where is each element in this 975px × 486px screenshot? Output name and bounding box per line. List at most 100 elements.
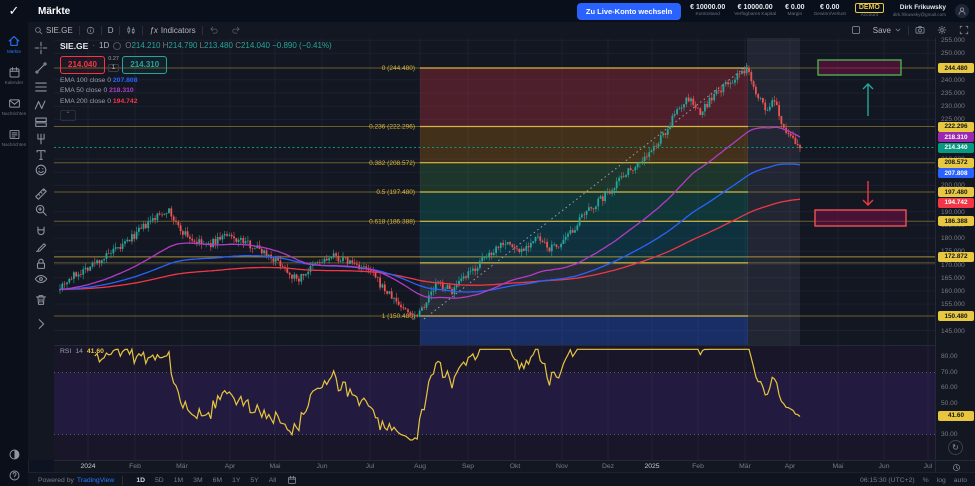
buy-button[interactable]: 214.310	[122, 56, 167, 74]
fib-retracement-tool[interactable]	[34, 80, 48, 94]
interval-button[interactable]: D	[102, 22, 120, 38]
ema-legend-200[interactable]: EMA 200 close 0 194.742	[60, 99, 332, 106]
xabcd-pattern-tool[interactable]	[34, 98, 48, 112]
zoom-in-tool[interactable]	[34, 203, 48, 217]
log-scale-button[interactable]: log	[937, 477, 946, 484]
switch-live-account-button[interactable]: Zu Live-Konto wechseln	[577, 3, 681, 20]
tradingview-link[interactable]: TradingView	[77, 477, 114, 484]
time-tick: Dez	[602, 463, 614, 470]
help-icon[interactable]	[8, 469, 21, 482]
rsi-pane[interactable]	[54, 345, 935, 461]
nav-item-nachrichten-mail[interactable]: Nachrichten	[0, 97, 28, 116]
text-tool-tool[interactable]	[34, 148, 48, 162]
resistance-box[interactable]	[818, 60, 901, 75]
demo-account-badge[interactable]: DEMO Account	[855, 3, 884, 20]
user-email: dirk.frikuwsky@gmail.com	[893, 12, 946, 18]
ema-legend-100[interactable]: EMA 100 close 0 207.808	[60, 78, 332, 85]
undo-button[interactable]	[203, 22, 225, 38]
time-tick: Nov	[556, 463, 568, 470]
demo-badge-value: DEMO	[855, 3, 884, 14]
quantity-box[interactable]: 1	[108, 64, 119, 72]
time-tick: Mai	[833, 463, 844, 470]
price-badge: 214.340	[938, 143, 974, 153]
support-box[interactable]	[815, 210, 906, 226]
rsi-legend[interactable]: RSI 14 41.60	[60, 348, 104, 355]
fib-label: 0.236 (222.296)	[369, 124, 415, 131]
price-badge: 208.572	[938, 158, 974, 168]
save-button[interactable]: Save	[867, 22, 908, 38]
arrow-down[interactable]	[863, 181, 873, 205]
clock-icon[interactable]	[952, 463, 961, 472]
info-icon	[86, 26, 95, 35]
range-1y[interactable]: 1Y	[227, 477, 245, 484]
range-1m[interactable]: 1M	[169, 477, 188, 484]
emoji-tool[interactable]	[34, 163, 48, 177]
eye-tool[interactable]	[34, 272, 48, 286]
symbol-search[interactable]: SIE.GE	[28, 22, 79, 38]
range-5d[interactable]: 5D	[150, 477, 169, 484]
redo-icon	[231, 25, 241, 35]
price-badge: 150.480	[938, 311, 974, 321]
go-to-date-icon[interactable]	[287, 475, 297, 485]
range-3m[interactable]: 3M	[188, 477, 207, 484]
chart-style-button[interactable]	[120, 22, 142, 38]
ema-100-value: 207.808	[113, 77, 138, 84]
fx-icon: ƒx	[149, 26, 157, 35]
legend-interval[interactable]: 1D	[99, 42, 109, 50]
layout-panel-button[interactable]	[845, 22, 867, 38]
long-position-tool[interactable]	[34, 115, 48, 129]
stat-verfuegbares-kapital: € 10000.00 Verfügbares Kapital	[734, 4, 776, 19]
lock-tool[interactable]	[34, 257, 48, 271]
undo-icon	[209, 25, 219, 35]
percent-scale-button[interactable]: %	[923, 477, 929, 484]
chevron-down-icon	[894, 26, 902, 34]
redo-button[interactable]	[225, 22, 247, 38]
crosshair-tool[interactable]	[34, 41, 48, 55]
indicators-button[interactable]: ƒx Indicators	[143, 22, 201, 38]
price-badge: 194.742	[938, 198, 974, 208]
mail-icon	[8, 97, 21, 110]
chart-settings-button[interactable]	[931, 22, 953, 38]
stat-label: Verfügbares Kapital	[734, 12, 776, 18]
expand-toolbar-tool[interactable]	[34, 317, 48, 331]
sell-button[interactable]: 214.040	[60, 56, 105, 74]
nav-item-kalender[interactable]: Kalender	[0, 66, 28, 85]
fullscreen-button[interactable]	[953, 22, 975, 38]
stat-label: Margin	[787, 12, 802, 18]
range-1d[interactable]: 1D	[131, 477, 150, 484]
price-axis[interactable]: 255.000250.000240.000235.000230.000225.0…	[935, 38, 975, 460]
theme-toggle-icon[interactable]	[8, 448, 21, 461]
legend-change: −0.890 (−0.41%)	[272, 41, 332, 50]
range-5y[interactable]: 5Y	[245, 477, 263, 484]
legend-collapse-button[interactable]: ⌃	[60, 110, 76, 121]
legend-symbol[interactable]: SIE.GE	[60, 42, 88, 51]
price-tick: 235.000	[941, 90, 965, 97]
symbol-info-button[interactable]	[80, 22, 101, 38]
range-6m[interactable]: 6M	[208, 477, 227, 484]
xabcd-pattern-icon	[34, 98, 48, 112]
time-tick: Apr	[785, 463, 796, 470]
nav-item-nachrichten-news[interactable]: Nachrichten	[0, 128, 28, 147]
avatar[interactable]	[955, 4, 969, 18]
demo-badge-label: Account	[861, 13, 878, 19]
arrow-up[interactable]	[863, 84, 873, 116]
panel-icon	[851, 25, 861, 35]
clock-label: 06:15:30 (UTC+2)	[860, 477, 915, 484]
nav-item-label: Märkte	[7, 49, 21, 54]
snapshot-button[interactable]	[909, 22, 931, 38]
range-all[interactable]: All	[264, 477, 282, 484]
auto-scroll-icon[interactable]: ↻	[948, 440, 963, 455]
pitchfork-icon	[34, 132, 48, 146]
time-tick: Jun	[317, 463, 328, 470]
ruler-tool[interactable]	[34, 187, 48, 201]
price-badge: 197.480	[938, 187, 974, 197]
trendline-tool[interactable]	[34, 61, 48, 75]
auto-scale-button[interactable]: auto	[954, 477, 967, 484]
brush-tool[interactable]	[34, 240, 48, 254]
ema-legend-50[interactable]: EMA 50 close 0 218.310	[60, 88, 332, 95]
pitchfork-tool[interactable]	[34, 132, 48, 146]
trash-tool[interactable]	[34, 293, 48, 307]
nav-item-maerkte[interactable]: Märkte	[0, 34, 28, 54]
rsi-tick: 80.00	[941, 353, 958, 360]
magnet-tool[interactable]	[34, 225, 48, 239]
